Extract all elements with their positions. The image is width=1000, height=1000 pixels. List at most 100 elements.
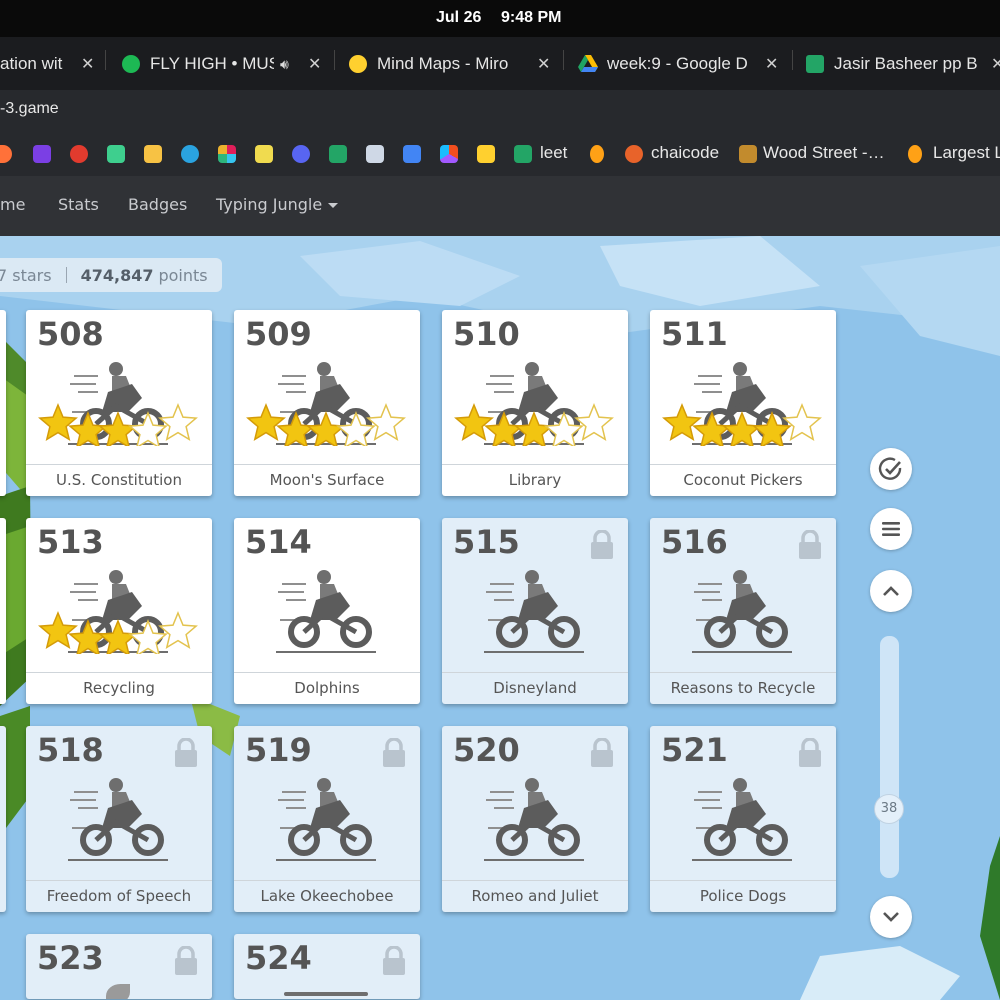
level-card-514[interactable]: 514 Dolphins — [234, 518, 420, 704]
level-card-523[interactable]: 523 — [26, 934, 212, 999]
tab-1[interactable]: ation wit ✕ — [0, 45, 96, 83]
bookmark-leet[interactable]: leet — [540, 143, 567, 163]
keep-icon[interactable] — [144, 145, 162, 163]
nav-typing-jungle[interactable]: Typing Jungle — [216, 195, 339, 214]
chaicode-icon[interactable] — [625, 145, 643, 163]
tab-miro[interactable]: Mind Maps - Miro ✕ — [349, 45, 559, 83]
close-icon[interactable]: ✕ — [537, 54, 550, 74]
lock-icon — [799, 530, 821, 559]
close-icon[interactable]: ✕ — [991, 54, 1000, 74]
nav-typing-jungle-label: Typing Jungle — [216, 195, 323, 214]
os-date[interactable]: Jul 26 — [436, 9, 481, 27]
scroll-down-button[interactable] — [870, 896, 912, 938]
level-card-508[interactable]: 508 U.S. Constitution — [26, 310, 212, 496]
level-title: Coconut Pickers — [650, 464, 836, 496]
bolt-icon[interactable] — [33, 145, 51, 163]
close-icon[interactable]: ✕ — [81, 54, 94, 74]
level-card-521[interactable]: 521 Police Dogs — [650, 726, 836, 912]
level-card-513[interactable]: 513 Recycling — [26, 518, 212, 704]
nav-home[interactable]: me — [0, 195, 25, 214]
star-filled-icon — [662, 403, 702, 441]
star-filled-icon — [98, 619, 138, 654]
chevron-up-icon — [883, 586, 899, 596]
level-card-516[interactable]: 516 Reasons to Recycle — [650, 518, 836, 704]
tab-spotify[interactable]: FLY HIGH • MUS 🔊︎ ✕ — [122, 45, 327, 83]
level-title: Police Dogs — [650, 880, 836, 912]
level-card-524[interactable]: 524 — [234, 934, 420, 999]
tab-title: ation wit — [0, 54, 63, 73]
level-title: Romeo and Juliet — [442, 880, 628, 912]
nav-badges[interactable]: Badges — [128, 195, 187, 214]
level-map: 7 stars 474,847 points 508 U.S. Constitut… — [0, 236, 1000, 1000]
tab-google-drive[interactable]: week:9 - Google D ✕ — [578, 45, 784, 83]
star-empty-icon — [574, 403, 614, 441]
scroll-up-button[interactable] — [870, 570, 912, 612]
stars-count: 7 stars — [0, 265, 52, 285]
level-card-510[interactable]: 510 Library — [442, 310, 628, 496]
level-card-518[interactable]: 518 Freedom of Speech — [26, 726, 212, 912]
star-empty-icon — [158, 403, 198, 441]
tab-separator — [563, 50, 564, 70]
slack-icon[interactable] — [218, 145, 236, 163]
level-card-511[interactable]: 511 Coconut Pickers — [650, 310, 836, 496]
nav-stats[interactable]: Stats — [58, 195, 99, 214]
level-number: 513 — [37, 523, 104, 561]
bookmark-wood-street[interactable]: Wood Street -… — [763, 143, 885, 163]
star-rating — [454, 403, 614, 446]
bookmark-largest[interactable]: Largest L — [933, 143, 1000, 163]
level-title: Library — [442, 464, 628, 496]
wood-street-icon[interactable] — [739, 145, 757, 163]
url-text[interactable]: -3.game — [0, 100, 59, 118]
leetcode-icon[interactable] — [590, 145, 604, 163]
star-filled-icon — [306, 411, 346, 446]
close-icon[interactable]: ✕ — [765, 54, 778, 74]
tab-separator — [792, 50, 793, 70]
google-docs-icon[interactable] — [403, 145, 421, 163]
motorcycle-rider-icon — [484, 570, 584, 653]
book-icon[interactable] — [366, 145, 384, 163]
points-label: points — [158, 265, 208, 285]
google-sheets-icon[interactable] — [329, 145, 347, 163]
tab-title: FLY HIGH • MUS — [150, 54, 274, 73]
level-card-519[interactable]: 519 Lake Okeechobee — [234, 726, 420, 912]
notion-icon[interactable] — [107, 145, 125, 163]
menu-button[interactable] — [870, 508, 912, 550]
level-card-520[interactable]: 520 Romeo and Juliet — [442, 726, 628, 912]
star-rating — [38, 611, 198, 654]
level-number: 516 — [661, 523, 728, 561]
telegram-icon[interactable] — [181, 145, 199, 163]
os-time[interactable]: 9:48 PM — [501, 9, 561, 27]
scroll-track[interactable] — [880, 636, 899, 878]
firefox-icon[interactable] — [0, 145, 12, 163]
partial-rider-shape — [284, 992, 368, 996]
scroll-position-indicator[interactable]: 38 — [874, 794, 904, 824]
discord-icon[interactable] — [292, 145, 310, 163]
close-icon[interactable]: ✕ — [308, 54, 321, 74]
lock-icon — [175, 738, 197, 767]
miro-icon[interactable] — [477, 145, 495, 163]
figma-icon[interactable] — [440, 145, 458, 163]
youtube-icon[interactable] — [70, 145, 88, 163]
js-icon[interactable] — [255, 145, 273, 163]
tab-separator — [334, 50, 335, 70]
level-card-partial[interactable] — [0, 726, 6, 912]
speaker-icon[interactable]: 🔊︎ — [280, 56, 289, 73]
address-bar[interactable]: -3.game — [0, 90, 1000, 131]
level-card-partial[interactable] — [0, 310, 6, 496]
google-sheets-icon[interactable] — [514, 145, 532, 163]
check-progress-button[interactable] — [870, 448, 912, 490]
level-card-509[interactable]: 509 Moon's Surface — [234, 310, 420, 496]
level-card-partial[interactable] — [0, 518, 6, 704]
star-filled-icon — [454, 403, 494, 441]
motorcycle-rider-icon — [484, 778, 584, 861]
level-title: Recycling — [26, 672, 212, 704]
miro-icon — [349, 55, 367, 73]
level-card-515[interactable]: 515 Disneyland — [442, 518, 628, 704]
tab-google-sheets[interactable]: Jasir Basheer pp B ✕ — [806, 45, 1000, 83]
star-empty-icon — [782, 403, 822, 441]
level-number: 518 — [37, 731, 104, 769]
leetcode-icon[interactable] — [908, 145, 922, 163]
player-stats: 7 stars 474,847 points — [0, 258, 222, 292]
bookmark-chaicode[interactable]: chaicode — [651, 143, 719, 163]
browser-tab-strip: ation wit ✕ FLY HIGH • MUS 🔊︎ ✕ Mind Map… — [0, 37, 1000, 90]
